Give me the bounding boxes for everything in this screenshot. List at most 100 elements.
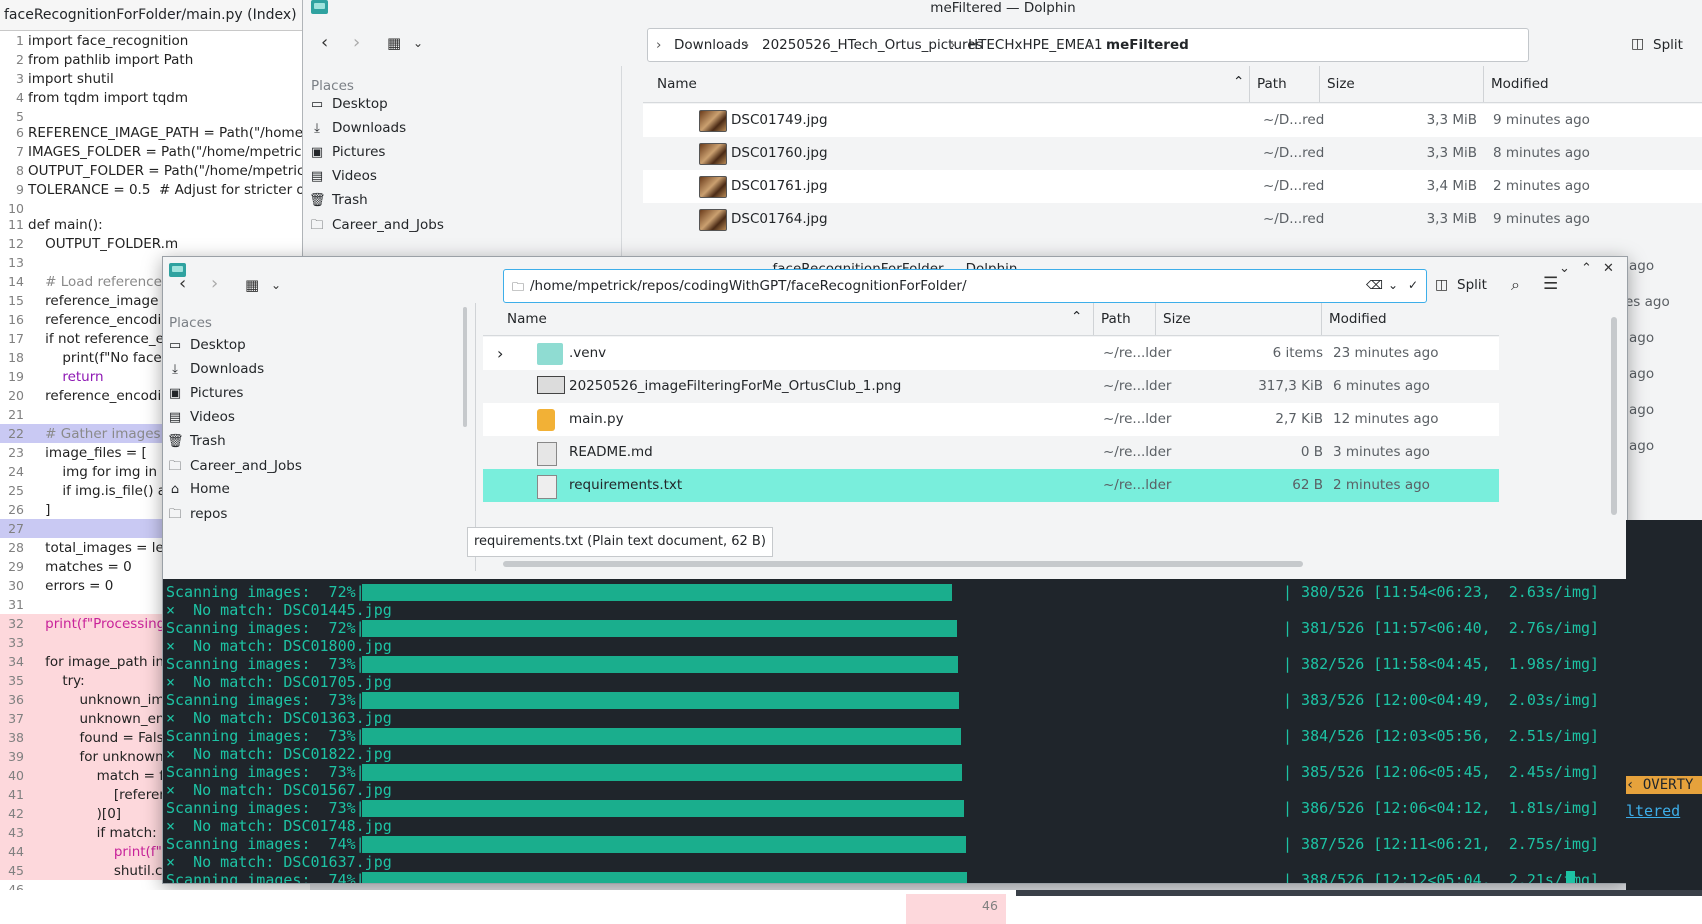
videos-icon: ▤	[310, 169, 324, 184]
back-icon[interactable]: ‹	[321, 32, 328, 53]
split-button[interactable]: Split	[1457, 277, 1487, 293]
file-name: README.md	[569, 444, 653, 460]
file-modified: 12 minutes ago	[1333, 411, 1439, 427]
place-item-videos[interactable]: ▤ Videos	[309, 168, 377, 184]
forward-icon[interactable]: ›	[353, 32, 360, 53]
breadcrumb-emea-folder[interactable]: HTECHxHPE_EMEA1	[968, 37, 1103, 53]
progress-bar	[362, 764, 962, 781]
file-row[interactable]: DSC01760.jpg ~/D...red 3,3 MiB 8 minutes ag…	[643, 137, 1702, 170]
link-text[interactable]: ltered	[1626, 802, 1680, 820]
line-number: 9	[16, 182, 24, 197]
progress-status: | 382/526 [11:58<04:45, 1.98s/img]	[1283, 655, 1600, 673]
terminal[interactable]: Scanning images: 72%| | 380/526 [11:54<06…	[163, 579, 1627, 883]
split-icon[interactable]: ◫	[1435, 277, 1448, 293]
clear-icon[interactable]: ⌫	[1366, 278, 1383, 292]
chevron-down-icon[interactable]: ⌄	[1388, 278, 1398, 292]
location-input[interactable]: 🗀 /home/mpetrick/repos/codingWithGPT/fac…	[503, 269, 1427, 303]
minimize-icon[interactable]: ⌄	[1559, 261, 1570, 276]
chevron-down-icon[interactable]: ⌄	[413, 36, 423, 50]
place-item-pictures[interactable]: ▣ Pictures	[309, 144, 386, 160]
forward-icon[interactable]: ›	[211, 273, 218, 294]
place-label: Home	[190, 481, 230, 497]
file-row[interactable]: › .venv ~/re...lder 6 items 23 minutes ago	[483, 337, 1499, 370]
progress-status: | 381/526 [11:57<06:40, 2.76s/img]	[1283, 619, 1600, 637]
code-text: # Gather images to	[28, 426, 179, 442]
file-row[interactable]: main.py ~/re...lder 2,7 KiB 12 minutes ago	[483, 403, 1499, 436]
column-name[interactable]: Name	[657, 76, 697, 92]
place-item-home[interactable]: ⌂ Home	[167, 481, 230, 497]
place-item-desktop[interactable]: ▭ Desktop	[167, 337, 246, 353]
file-row[interactable]: 20250526_imageFilteringForMe_OrtusClub_1…	[483, 370, 1499, 403]
file-name: DSC01764.jpg	[731, 211, 828, 227]
search-icon[interactable]: ⌕	[1511, 275, 1520, 295]
place-label: Downloads	[332, 120, 407, 136]
image-thumbnail-icon	[699, 209, 727, 231]
view-mode-icon[interactable]: ▦	[387, 34, 401, 52]
place-item-pictures[interactable]: ▣ Pictures	[167, 385, 244, 401]
chevron-left-icon: ‹	[1626, 777, 1643, 793]
location-path: /home/mpetrick/repos/codingWithGPT/faceR…	[530, 278, 967, 294]
file-row[interactable]: DSC01761.jpg ~/D...red 3,4 MiB 2 minutes ag…	[643, 170, 1702, 203]
line-number: 4	[16, 90, 24, 105]
place-item-videos[interactable]: ▤ Videos	[167, 409, 235, 425]
files-scrollbar[interactable]	[1611, 317, 1617, 515]
code-line: 2 from pathlib import Path	[0, 50, 310, 69]
file-size: 0 B	[1300, 444, 1323, 460]
column-path[interactable]: Path	[1257, 76, 1287, 92]
code-text: )[0]	[28, 806, 122, 822]
line-number: 14	[8, 274, 24, 289]
split-icon[interactable]: ◫	[1631, 36, 1644, 52]
code-line: 11 def main():	[0, 215, 310, 234]
horizontal-scrollbar[interactable]	[503, 561, 1303, 567]
column-path[interactable]: Path	[1101, 311, 1131, 327]
confirm-icon[interactable]: ✓	[1408, 278, 1418, 292]
breadcrumb-current[interactable]: meFiltered	[1106, 37, 1189, 53]
code-line: 7 IMAGES_FOLDER = Path("/home/mpetrick/Do	[0, 142, 310, 161]
code-text: print(f"No face fo	[28, 350, 179, 366]
place-item-downloads[interactable]: ⤓ Downloads	[309, 120, 406, 136]
line-number: 23	[8, 445, 24, 460]
line-number: 34	[8, 654, 24, 669]
chevron-right-icon[interactable]: ›	[497, 337, 503, 370]
place-item-desktop[interactable]: ▭ Desktop	[309, 96, 388, 112]
place-item-repos[interactable]: 🗀 repos	[167, 505, 227, 527]
menu-icon[interactable]: ☰	[1543, 274, 1558, 294]
place-item-trash[interactable]: 🗑 Trash	[309, 192, 368, 208]
place-item-downloads[interactable]: ⤓ Downloads	[167, 361, 264, 377]
file-row[interactable]: requirements.txt ~/re...lder 62 B 2 minutes…	[483, 469, 1499, 502]
place-item-trash[interactable]: 🗑 Trash	[167, 433, 226, 449]
file-size: 317,3 KiB	[1258, 378, 1323, 394]
file-size: 6 items	[1272, 345, 1323, 361]
column-modified[interactable]: Modified	[1491, 76, 1549, 92]
file-row[interactable]: DSC01749.jpg ~/D...red 3,3 MiB 9 minutes ag…	[643, 104, 1702, 137]
column-name[interactable]: Name	[507, 311, 547, 327]
back-icon[interactable]: ‹	[179, 273, 186, 294]
file-row[interactable]: README.md ~/re...lder 0 B 3 minutes ago	[483, 436, 1499, 469]
chevron-down-icon[interactable]: ⌄	[271, 278, 281, 292]
close-icon[interactable]: ✕	[1603, 261, 1614, 276]
line-number: 36	[8, 692, 24, 707]
maximize-icon[interactable]: ⌃	[1581, 261, 1592, 276]
no-match-line: × No match: DSC01705.jpg	[166, 673, 392, 691]
line-number: 39	[8, 749, 24, 764]
breadcrumb: › Downloads › 20250526_HTech_Ortus_pictu…	[647, 28, 1529, 62]
line-number: 12	[8, 236, 24, 251]
column-modified[interactable]: Modified	[1329, 311, 1387, 327]
place-item-career-and-jobs[interactable]: 🗀 Career_and_Jobs	[167, 457, 301, 479]
split-button[interactable]: Split	[1653, 37, 1683, 53]
view-mode-icon[interactable]: ▦	[245, 276, 259, 294]
place-item-career-and-jobs[interactable]: 🗀 Career_and_Jobs	[309, 216, 443, 238]
file-row[interactable]: DSC01764.jpg ~/D...red 3,3 MiB 9 minutes ag…	[643, 203, 1702, 236]
file-size: 3,3 MiB	[1426, 145, 1477, 161]
code-text: try:	[28, 673, 85, 689]
column-size[interactable]: Size	[1163, 311, 1191, 327]
pictures-icon: ▣	[310, 145, 324, 160]
column-size[interactable]: Size	[1327, 76, 1355, 92]
progress-status: | 387/526 [12:11<06:21, 2.75s/img]	[1283, 835, 1600, 853]
breadcrumb-downloads[interactable]: Downloads	[674, 37, 748, 53]
file-name: main.py	[569, 411, 624, 427]
progress-status: | 388/526 [12:12<05:04, 2.21s/img]	[1283, 871, 1600, 883]
places-scrollbar[interactable]	[463, 307, 467, 427]
file-name: .venv	[569, 345, 607, 361]
code-text: total_images = len(i	[28, 540, 182, 556]
